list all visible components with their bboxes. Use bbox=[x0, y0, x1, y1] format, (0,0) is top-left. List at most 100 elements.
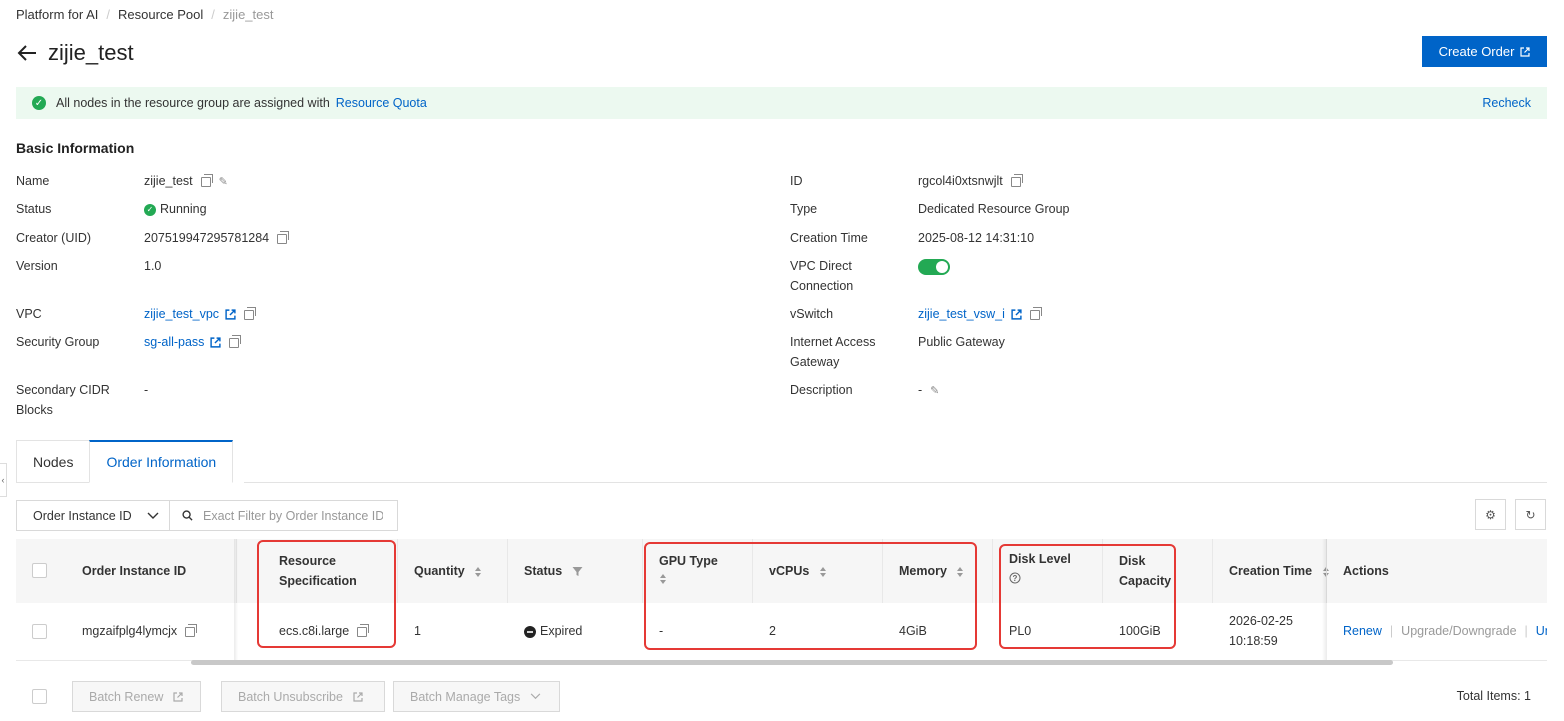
order-instance-search-input[interactable] bbox=[203, 508, 383, 523]
col-status[interactable]: Status bbox=[524, 561, 583, 581]
id-label: ID bbox=[790, 174, 803, 188]
select-all-checkbox[interactable] bbox=[32, 563, 47, 578]
copy-icon[interactable] bbox=[200, 173, 213, 187]
column-divider bbox=[397, 539, 398, 603]
security-group-link[interactable]: sg-all-pass bbox=[144, 335, 204, 349]
notice-text: All nodes in the resource group are assi… bbox=[56, 96, 330, 110]
breadcrumb: Platform for AI / Resource Pool / zijie_test bbox=[16, 7, 274, 22]
fixed-column-shadow-left bbox=[234, 539, 238, 661]
external-link-icon[interactable] bbox=[1011, 309, 1022, 320]
highlight-box-compute bbox=[644, 542, 977, 650]
external-link-icon[interactable] bbox=[225, 309, 236, 320]
security-group-label: Security Group bbox=[16, 335, 100, 349]
copy-icon[interactable] bbox=[1010, 173, 1023, 187]
pencil-icon[interactable]: ✎ bbox=[930, 381, 939, 401]
batch-unsubscribe-button[interactable]: Batch Unsubscribe bbox=[221, 681, 385, 712]
version-value: 1.0 bbox=[144, 259, 162, 273]
copy-icon[interactable] bbox=[185, 623, 198, 637]
pencil-icon[interactable]: ✎ bbox=[219, 172, 228, 192]
creation-date-text: 2026-02-25 bbox=[1229, 614, 1293, 628]
title-row: zijie_test bbox=[16, 38, 134, 68]
column-divider bbox=[992, 539, 993, 603]
sidebar-collapse-handle[interactable]: ‹ bbox=[0, 463, 7, 497]
col-creation-time-label: Creation Time bbox=[1229, 564, 1313, 578]
gear-icon: ⚙ bbox=[1485, 507, 1496, 522]
footer-select-all-checkbox[interactable] bbox=[32, 689, 47, 704]
external-link-icon bbox=[173, 691, 183, 702]
cidr-label: Secondary CIDR Blocks bbox=[16, 380, 110, 420]
tab-nodes[interactable]: Nodes bbox=[16, 440, 90, 483]
create-order-label: Create Order bbox=[1438, 44, 1515, 59]
section-title-basic-info: Basic Information bbox=[16, 140, 135, 156]
table-horizontal-scrollbar[interactable] bbox=[191, 660, 1393, 665]
filter-search-box bbox=[170, 500, 398, 531]
cell-actions: Renew|Upgrade/Downgrade|Un bbox=[1343, 621, 1547, 641]
filter-select-value: Order Instance ID bbox=[33, 508, 132, 523]
tab-order-information[interactable]: Order Information bbox=[89, 440, 234, 483]
description-label: Description bbox=[790, 383, 853, 397]
vswitch-value: zijie_test_vsw_i bbox=[918, 304, 1042, 324]
batch-renew-button[interactable]: Batch Renew bbox=[72, 681, 201, 712]
filter-field-select[interactable]: Order Instance ID bbox=[16, 500, 170, 531]
batch-manage-tags-button[interactable]: Batch Manage Tags bbox=[393, 681, 560, 712]
expired-icon bbox=[524, 625, 536, 638]
copy-icon[interactable] bbox=[244, 306, 257, 320]
chevron-down-icon bbox=[147, 512, 159, 519]
row-checkbox[interactable] bbox=[32, 624, 47, 639]
highlight-box-specification bbox=[257, 540, 396, 648]
copy-icon[interactable] bbox=[229, 334, 242, 348]
vpc-direct-label: VPC Direct Connection bbox=[790, 256, 853, 296]
filter-icon[interactable] bbox=[572, 566, 583, 577]
back-arrow-icon[interactable] bbox=[16, 43, 38, 63]
recheck-link[interactable]: Recheck bbox=[1482, 96, 1531, 110]
create-order-button[interactable]: Create Order bbox=[1422, 36, 1547, 67]
column-divider bbox=[642, 539, 643, 603]
table-settings-button[interactable]: ⚙ bbox=[1475, 499, 1506, 530]
upgrade-downgrade-action[interactable]: Upgrade/Downgrade bbox=[1401, 624, 1516, 638]
id-value: rgcol4i0xtsnwjlt bbox=[918, 171, 1023, 191]
type-value: Dedicated Resource Group bbox=[918, 202, 1070, 216]
col-status-label: Status bbox=[524, 564, 563, 578]
internet-gateway-label: Internet Access Gateway bbox=[790, 332, 875, 372]
cidr-value: - bbox=[144, 383, 149, 397]
col-creation-time[interactable]: Creation Time bbox=[1229, 561, 1330, 581]
cell-quantity: 1 bbox=[414, 624, 421, 638]
description-text: - bbox=[918, 383, 923, 397]
internet-label-line1: Internet Access bbox=[790, 335, 876, 349]
id-text: rgcol4i0xtsnwjlt bbox=[918, 174, 1003, 188]
internet-label-line2: Gateway bbox=[790, 355, 840, 369]
creator-value: 207519947295781284 bbox=[144, 228, 290, 248]
security-group-value: sg-all-pass bbox=[144, 332, 242, 352]
vpc-direct-label-line1: VPC Direct bbox=[790, 259, 852, 273]
breadcrumb-current: zijie_test bbox=[222, 7, 274, 22]
breadcrumb-resource-pool[interactable]: Resource Pool bbox=[118, 7, 203, 22]
creation-time-label: Creation Time bbox=[790, 231, 868, 245]
status-value: ✓ Running bbox=[144, 199, 207, 219]
cell-order-instance-id: mgzaifplg4lymcjx bbox=[82, 621, 198, 641]
copy-icon[interactable] bbox=[1029, 306, 1042, 320]
copy-icon[interactable] bbox=[277, 230, 290, 244]
refresh-button[interactable]: ↻ bbox=[1515, 499, 1546, 530]
column-divider bbox=[507, 539, 508, 603]
creation-clock-text: 10:18:59 bbox=[1229, 634, 1278, 648]
col-actions: Actions bbox=[1343, 564, 1389, 578]
search-icon bbox=[182, 510, 193, 521]
batch-tags-label: Batch Manage Tags bbox=[410, 689, 521, 704]
resource-quota-link[interactable]: Resource Quota bbox=[336, 96, 427, 110]
tab-divider bbox=[244, 482, 1547, 483]
unsubscribe-action[interactable]: Un bbox=[1536, 624, 1547, 638]
vpc-direct-toggle[interactable] bbox=[918, 258, 950, 275]
column-divider bbox=[1212, 539, 1213, 603]
status-text: Running bbox=[160, 202, 207, 216]
col-quantity[interactable]: Quantity bbox=[414, 561, 482, 581]
vpc-direct-label-line2: Connection bbox=[790, 279, 854, 293]
cidr-label-line1: Secondary CIDR bbox=[16, 383, 110, 397]
external-link-icon[interactable] bbox=[210, 337, 222, 348]
renew-action[interactable]: Renew bbox=[1343, 624, 1382, 638]
creator-text: 207519947295781284 bbox=[144, 231, 270, 245]
name-text: zijie_test bbox=[144, 174, 193, 188]
vswitch-link[interactable]: zijie_test_vsw_i bbox=[918, 307, 1005, 321]
vpc-link[interactable]: zijie_test_vpc bbox=[144, 307, 219, 321]
sort-icon[interactable] bbox=[474, 566, 482, 578]
breadcrumb-platform[interactable]: Platform for AI bbox=[16, 7, 98, 22]
